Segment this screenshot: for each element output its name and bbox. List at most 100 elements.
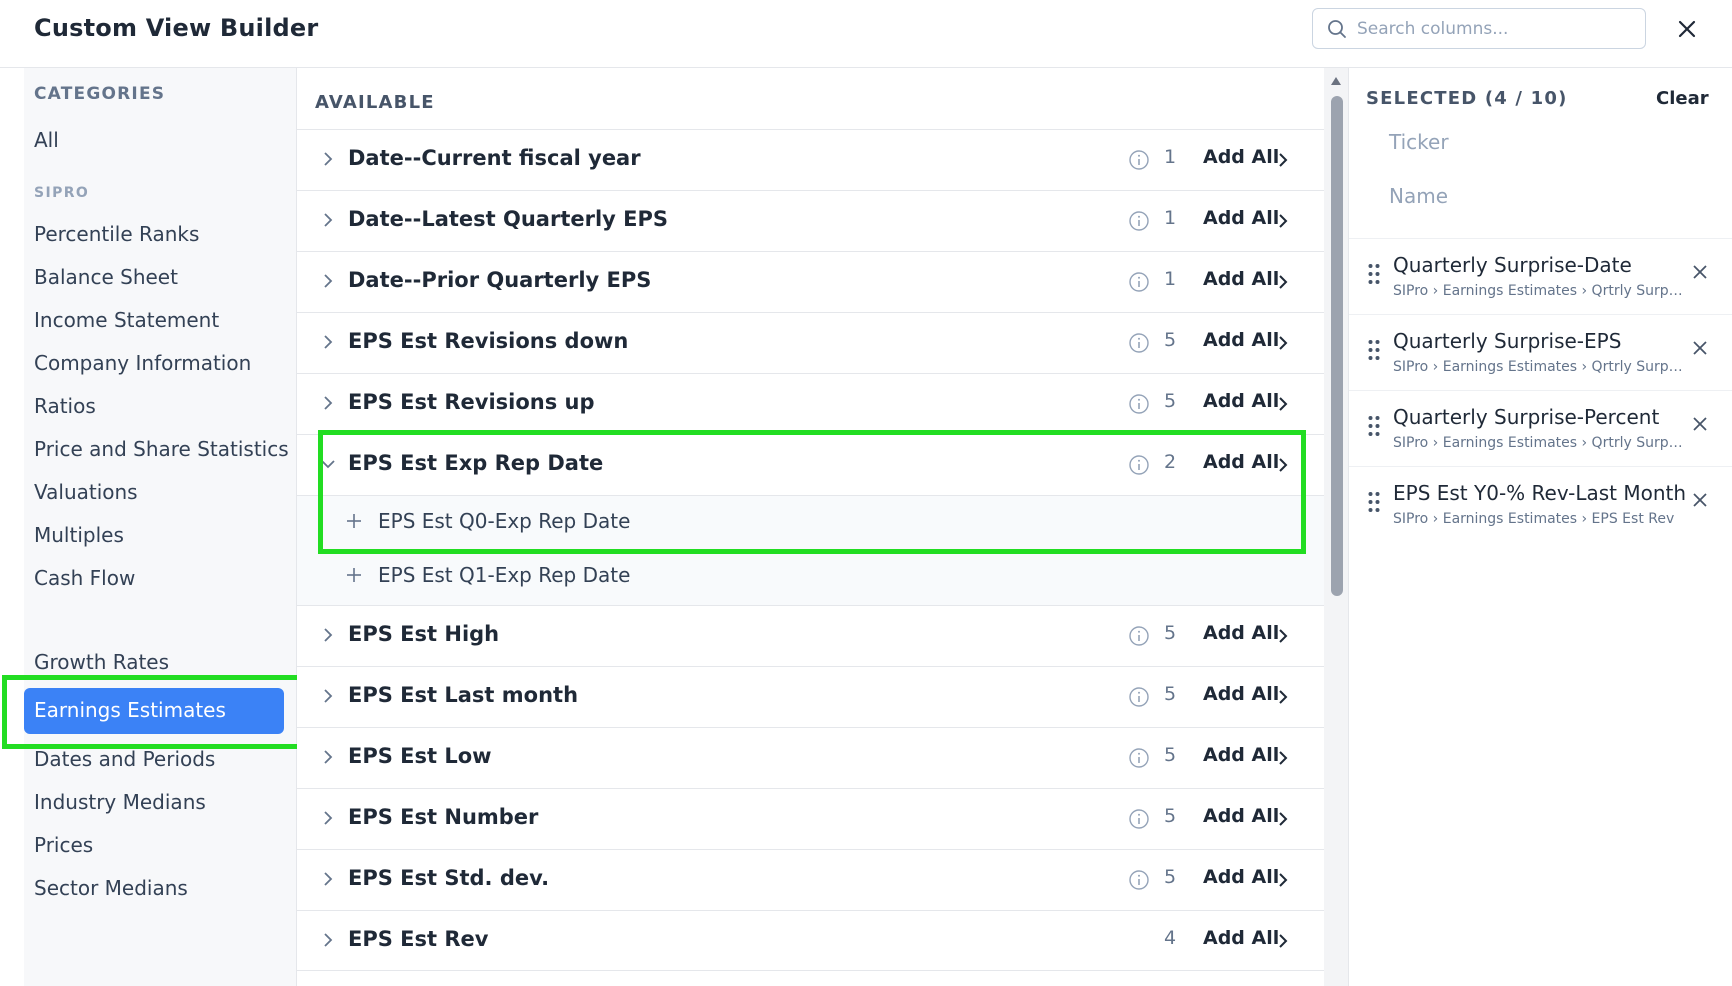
category-income-statement[interactable]: Income Statement <box>34 308 219 332</box>
plus-icon[interactable] <box>345 566 363 584</box>
category-ratios[interactable]: Ratios <box>34 394 96 418</box>
chevron-right-icon[interactable] <box>319 870 337 888</box>
drag-handle-icon[interactable] <box>1367 339 1381 361</box>
close-icon[interactable] <box>1672 14 1702 44</box>
selected-item[interactable]: Quarterly Surprise-EPS SIPro › Earnings … <box>1349 314 1732 390</box>
clear-button[interactable]: Clear <box>1656 88 1709 109</box>
category-sector-medians[interactable]: Sector Medians <box>34 876 188 900</box>
search-input[interactable] <box>1357 13 1637 44</box>
chevron-right-icon[interactable] <box>1275 932 1291 950</box>
chevron-right-icon[interactable] <box>1275 273 1291 291</box>
chevron-right-icon[interactable] <box>319 333 337 351</box>
chevron-right-icon[interactable] <box>1275 627 1291 645</box>
category-dates-periods[interactable]: Dates and Periods <box>34 747 215 771</box>
info-icon[interactable] <box>1128 332 1150 354</box>
chevron-right-icon[interactable] <box>319 931 337 949</box>
row-count: 4 <box>1163 927 1177 949</box>
category-percentile-ranks[interactable]: Percentile Ranks <box>34 222 199 246</box>
info-icon[interactable] <box>1128 149 1150 171</box>
chevron-right-icon[interactable] <box>319 150 337 168</box>
selected-item[interactable]: EPS Est Y0-% Rev-Last Month SIPro › Earn… <box>1349 466 1732 542</box>
add-all-button[interactable]: Add All <box>1203 329 1279 351</box>
category-price-share-statistics[interactable]: Price and Share Statistics <box>34 437 289 461</box>
available-row[interactable]: EPS Est Revisions down 5 Add All <box>297 312 1324 373</box>
info-icon[interactable] <box>1128 869 1150 891</box>
modal-header: Custom View Builder <box>0 0 1732 68</box>
available-row[interactable]: EPS Est Rev 4 Add All <box>297 910 1324 971</box>
add-all-button[interactable]: Add All <box>1203 927 1279 949</box>
scrollbar[interactable] <box>1324 68 1348 986</box>
add-all-button[interactable]: Add All <box>1203 146 1279 168</box>
chevron-right-icon[interactable] <box>319 211 337 229</box>
row-count: 5 <box>1163 390 1177 412</box>
scrollbar-thumb[interactable] <box>1331 96 1343 596</box>
category-industry-medians[interactable]: Industry Medians <box>34 790 206 814</box>
chevron-right-icon[interactable] <box>1275 151 1291 169</box>
selected-item-name: EPS Est Y0-% Rev-Last Month <box>1393 481 1687 505</box>
available-row[interactable]: Date--Latest Quarterly EPS 1 Add All <box>297 190 1324 251</box>
available-row[interactable]: EPS Est Low 5 Add All <box>297 727 1324 788</box>
chevron-right-icon[interactable] <box>319 272 337 290</box>
available-row[interactable]: EPS Est Revisions up 5 Add All <box>297 373 1324 434</box>
available-row[interactable]: Date--Prior Quarterly EPS 1 Add All <box>297 251 1324 312</box>
available-row[interactable]: EPS Est Number 5 Add All <box>297 788 1324 849</box>
info-icon[interactable] <box>1128 747 1150 769</box>
info-icon[interactable] <box>1128 271 1150 293</box>
category-balance-sheet[interactable]: Balance Sheet <box>34 265 178 289</box>
info-icon[interactable] <box>1128 210 1150 232</box>
add-all-button[interactable]: Add All <box>1203 805 1279 827</box>
add-all-button[interactable]: Add All <box>1203 744 1279 766</box>
chevron-right-icon[interactable] <box>319 748 337 766</box>
scroll-up-arrow-icon[interactable] <box>1330 76 1342 86</box>
add-all-button[interactable]: Add All <box>1203 268 1279 290</box>
selected-item[interactable]: Quarterly Surprise-Date SIPro › Earnings… <box>1349 238 1732 314</box>
chevron-right-icon[interactable] <box>1275 810 1291 828</box>
add-all-button[interactable]: Add All <box>1203 622 1279 644</box>
chevron-right-icon[interactable] <box>1275 688 1291 706</box>
chevron-right-icon[interactable] <box>319 626 337 644</box>
fixed-column-name: Name <box>1389 184 1449 208</box>
chevron-right-icon[interactable] <box>1275 334 1291 352</box>
info-icon[interactable] <box>1128 808 1150 830</box>
search-box[interactable] <box>1312 8 1646 49</box>
chevron-right-icon[interactable] <box>319 394 337 412</box>
drag-handle-icon[interactable] <box>1367 415 1381 437</box>
category-valuations[interactable]: Valuations <box>34 480 138 504</box>
close-icon[interactable] <box>1691 491 1709 509</box>
row-count: 5 <box>1163 683 1177 705</box>
add-all-button[interactable]: Add All <box>1203 390 1279 412</box>
category-growth-rates[interactable]: Growth Rates <box>34 650 169 674</box>
chevron-right-icon[interactable] <box>1275 749 1291 767</box>
add-all-button[interactable]: Add All <box>1203 683 1279 705</box>
close-icon[interactable] <box>1691 263 1709 281</box>
chevron-right-icon[interactable] <box>319 687 337 705</box>
chevron-right-icon[interactable] <box>319 809 337 827</box>
category-prices[interactable]: Prices <box>34 833 93 857</box>
close-icon[interactable] <box>1691 339 1709 357</box>
close-icon[interactable] <box>1691 415 1709 433</box>
add-all-button[interactable]: Add All <box>1203 866 1279 888</box>
highlight-box-category <box>2 675 308 749</box>
available-row[interactable]: Date--Current fiscal year 1 Add All <box>297 129 1324 190</box>
chevron-right-icon[interactable] <box>1275 871 1291 889</box>
info-icon[interactable] <box>1128 393 1150 415</box>
row-count: 5 <box>1163 744 1177 766</box>
drag-handle-icon[interactable] <box>1367 491 1381 513</box>
selected-item[interactable]: Quarterly Surprise-Percent SIPro › Earni… <box>1349 390 1732 466</box>
chevron-right-icon[interactable] <box>1275 395 1291 413</box>
category-multiples[interactable]: Multiples <box>34 523 124 547</box>
info-icon[interactable] <box>1128 625 1150 647</box>
category-all[interactable]: All <box>34 128 59 152</box>
chevron-right-icon[interactable] <box>1275 212 1291 230</box>
available-row[interactable]: EPS Est Last month 5 Add All <box>297 666 1324 727</box>
category-cash-flow[interactable]: Cash Flow <box>34 566 135 590</box>
selected-item-path: SIPro › Earnings Estimates › Qrtrly Surp… <box>1393 359 1683 375</box>
sub-column-item[interactable]: EPS Est Q1-Exp Rep Date <box>297 550 1324 605</box>
available-row[interactable]: EPS Est Std. dev. 5 Add All <box>297 849 1324 910</box>
available-row[interactable]: EPS Est High 5 Add All <box>297 605 1324 666</box>
drag-handle-icon[interactable] <box>1367 263 1381 285</box>
add-all-button[interactable]: Add All <box>1203 207 1279 229</box>
info-icon[interactable] <box>1128 686 1150 708</box>
category-company-information[interactable]: Company Information <box>34 351 251 375</box>
available-heading: AVAILABLE <box>315 92 435 113</box>
